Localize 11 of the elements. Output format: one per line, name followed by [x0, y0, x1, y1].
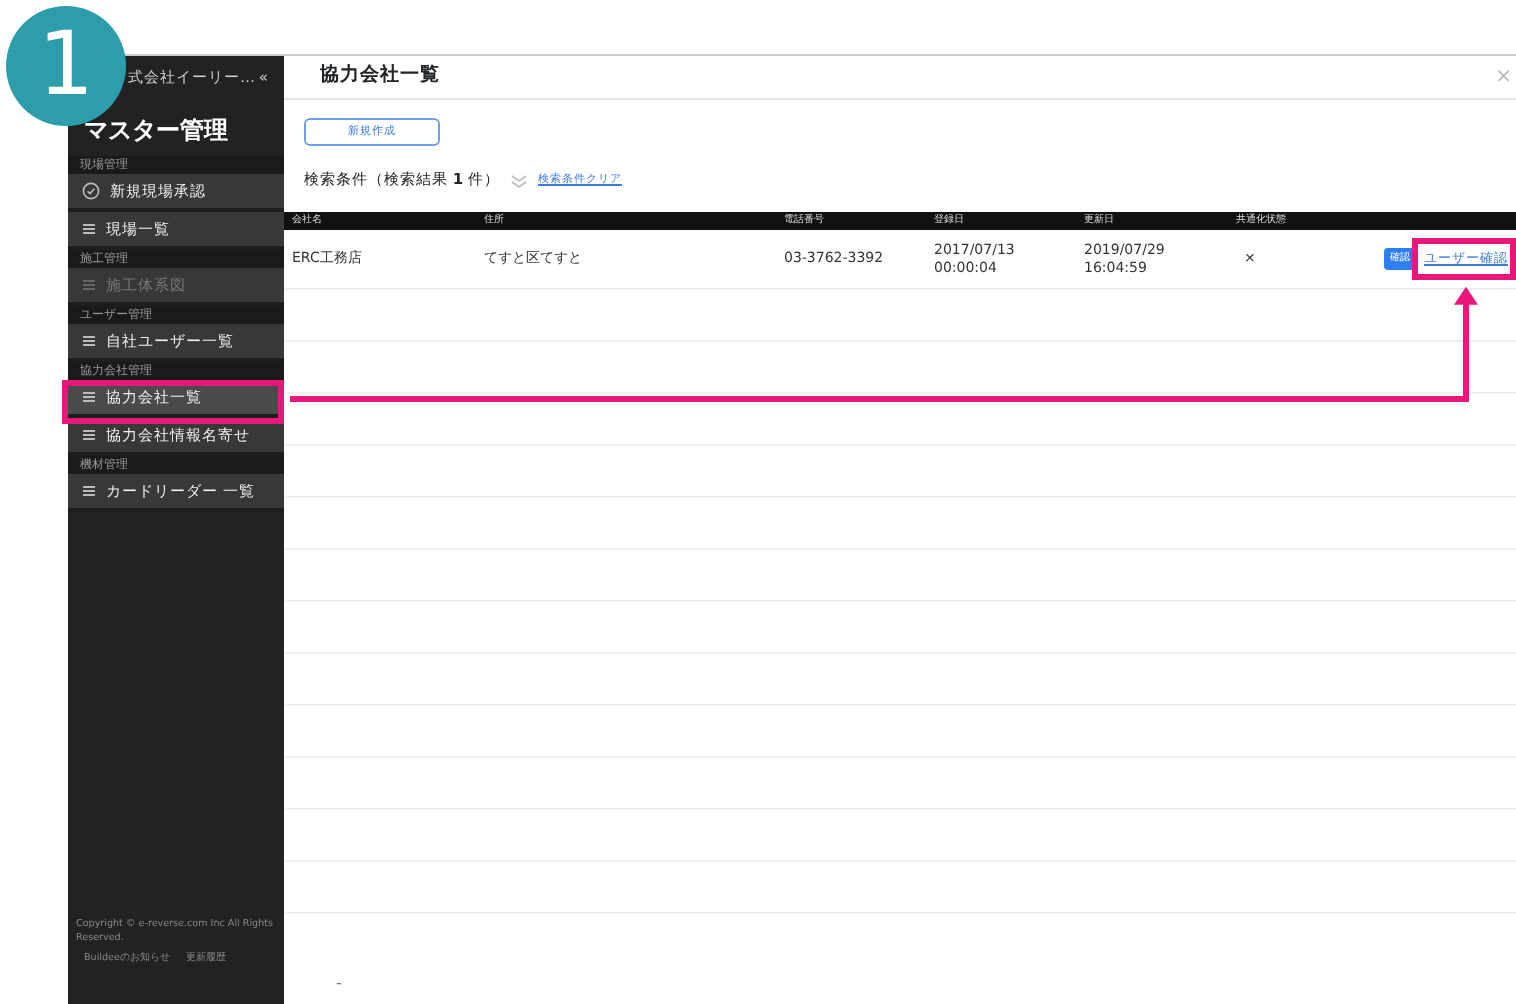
list-icon	[82, 428, 96, 442]
dash-mark: -	[336, 972, 342, 996]
chevron-down-icon	[510, 173, 528, 187]
list-icon	[82, 278, 96, 292]
page-title: 協力会社一覧	[320, 62, 440, 91]
list-icon	[82, 222, 96, 236]
list-icon	[82, 484, 96, 498]
list-icon	[82, 334, 96, 348]
check-circle-icon	[82, 182, 100, 200]
list-icon	[82, 390, 96, 404]
highlight-frame	[1412, 237, 1516, 281]
